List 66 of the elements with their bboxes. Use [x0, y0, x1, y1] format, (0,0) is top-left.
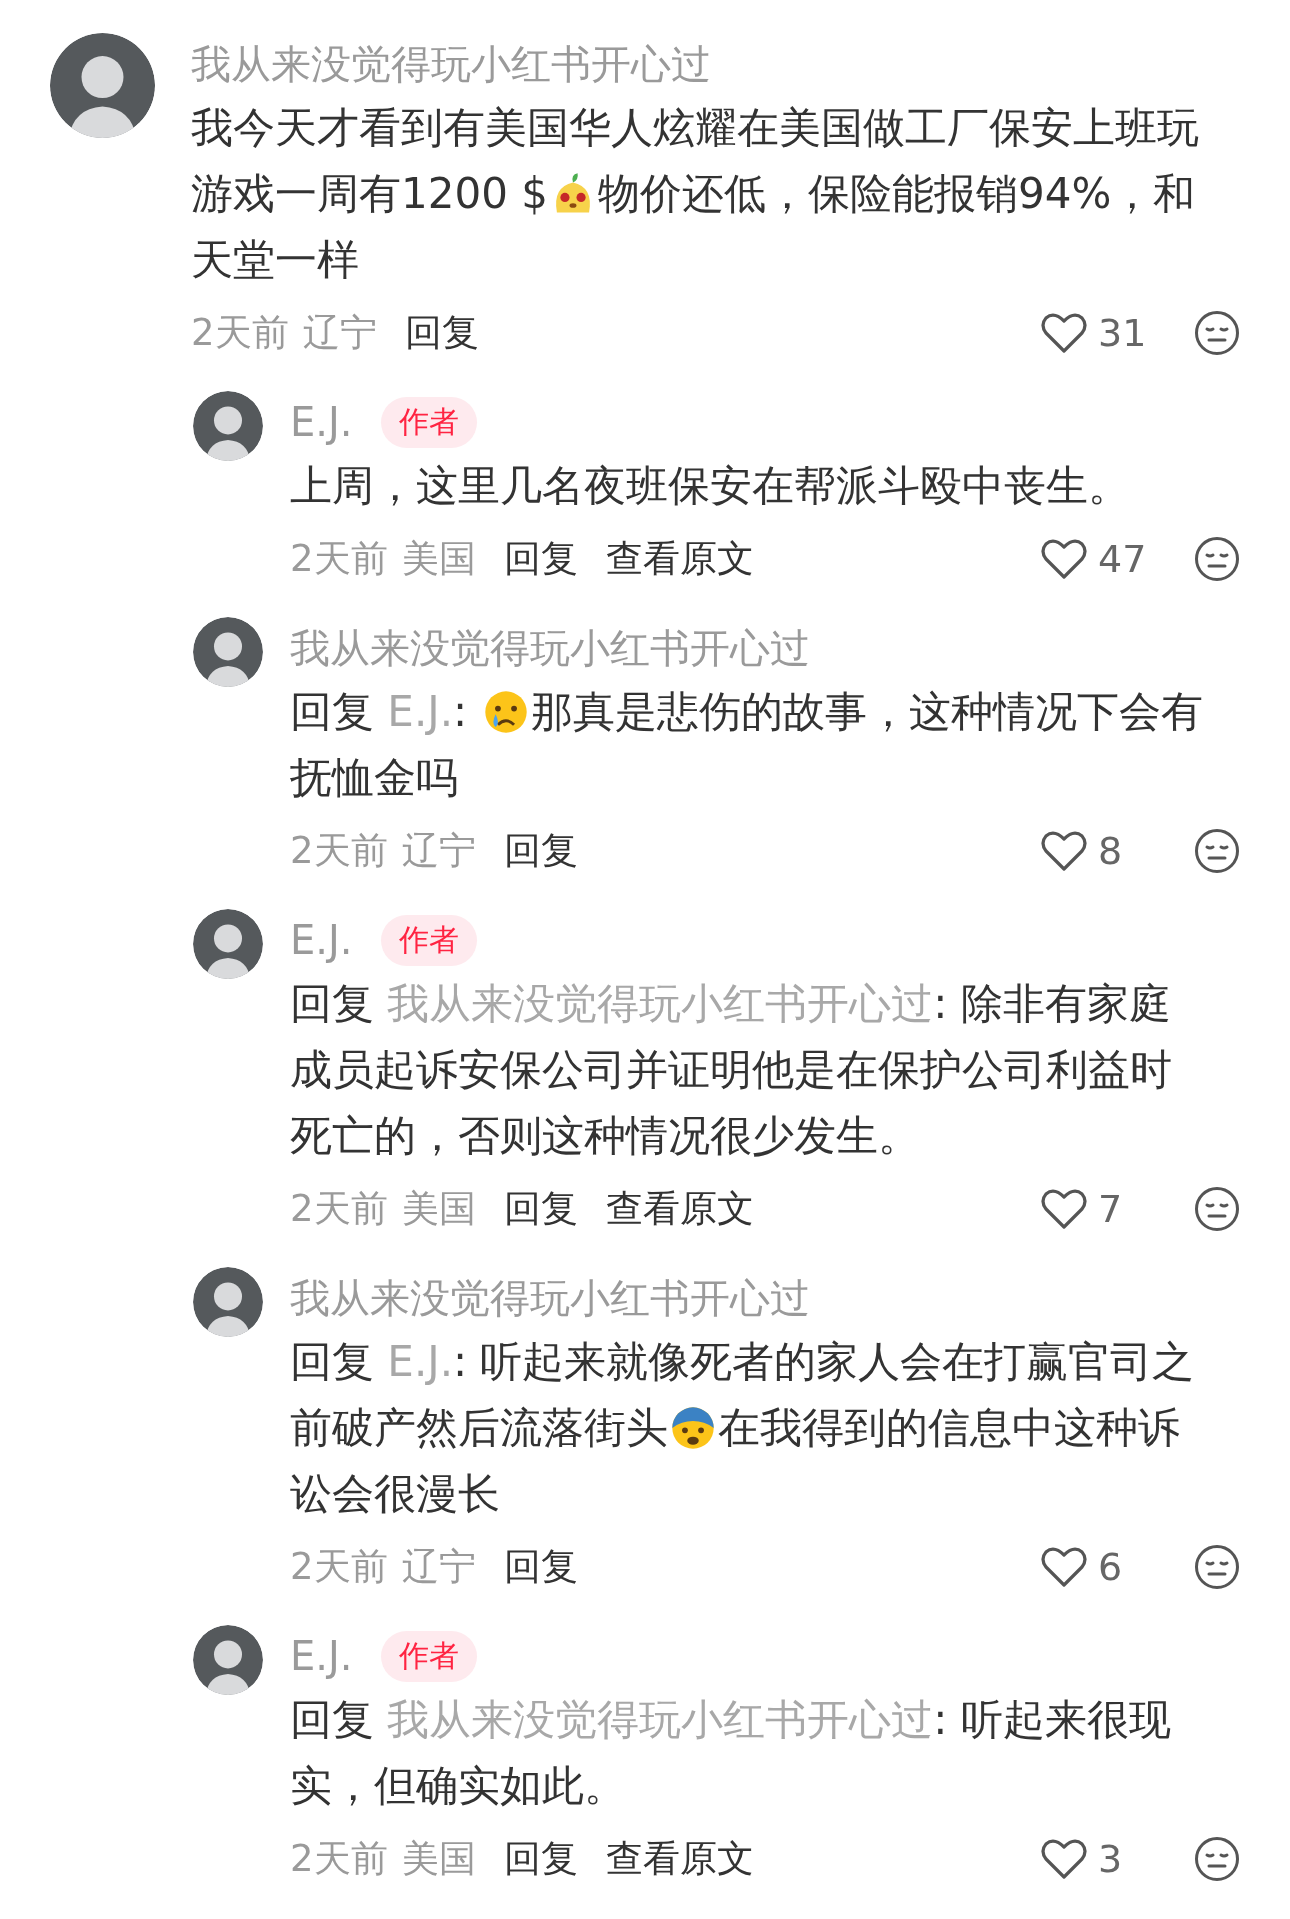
heart-icon[interactable] [1040, 311, 1088, 355]
mention-link[interactable]: E.J. [387, 687, 453, 736]
comment-text: 回复 我从来没觉得玩小红书开心过: 除非有家庭成员起诉安保公司并证明他是在保护公司利益时死亡的，否则这种情况很少发生。 [290, 978, 1173, 1162]
username[interactable]: 我从来没觉得玩小红书开心过 [290, 620, 810, 676]
comment-time: 2天前 [290, 536, 388, 582]
comment-time: 2天前 [290, 1544, 388, 1590]
comment-text: 上周，这里几名夜班保安在帮派斗殴中丧生。 [290, 460, 1131, 512]
heart-icon[interactable] [1040, 1187, 1088, 1231]
username[interactable]: E.J. [290, 917, 353, 963]
comment-region: 辽宁 [302, 310, 377, 356]
action-link[interactable]: 回复 [503, 1834, 578, 1884]
neutral-face-icon[interactable] [1194, 828, 1240, 874]
author-badge: 作者 [380, 396, 477, 448]
neutral-face-icon[interactable] [1194, 310, 1240, 356]
action-link[interactable]: 回复 [404, 308, 479, 358]
like-count: 8 [1098, 829, 1123, 873]
comment-time: 2天前 [290, 1186, 388, 1232]
action-link[interactable]: 查看原文 [605, 1184, 754, 1234]
comment-text: 回复 E.J.: 听起来就像死者的家人会在打赢官司之前破产然后流落街头 在我得到的信息中这种诉讼会很漫长 [290, 1336, 1196, 1520]
heart-icon[interactable] [1040, 537, 1088, 581]
username[interactable]: 我从来没觉得玩小红书开心过 [191, 36, 711, 92]
comment-time: 2天前 [290, 1836, 388, 1882]
avatar[interactable] [50, 33, 155, 138]
comment-text: 回复 E.J.: 那真是悲伤的故事，这种情况下会有抚恤金吗 [290, 686, 1204, 804]
like-count: 6 [1098, 1545, 1123, 1589]
author-badge: 作者 [380, 914, 477, 966]
comment-region: 辽宁 [401, 828, 476, 874]
mention-link[interactable]: 我从来没觉得玩小红书开心过 [387, 1695, 934, 1744]
username[interactable]: 我从来没觉得玩小红书开心过 [290, 1270, 810, 1326]
comment-time: 2天前 [191, 310, 289, 356]
fearful-face-icon [670, 1405, 716, 1451]
avatar[interactable] [193, 1625, 263, 1695]
comment-text: 我今天才看到有美国华人炫耀在美国做工厂保安上班玩游戏一周有1200 $ 物价还低，保险能报销94%，和天堂一样 [191, 102, 1200, 286]
action-link[interactable]: 回复 [503, 1542, 578, 1592]
avatar[interactable] [193, 617, 263, 687]
comment-region: 美国 [401, 1186, 476, 1232]
neutral-face-icon[interactable] [1194, 1186, 1240, 1232]
like-count: 7 [1098, 1187, 1123, 1231]
heart-icon[interactable] [1040, 1545, 1088, 1589]
avatar[interactable] [193, 909, 263, 979]
avatar[interactable] [193, 1267, 263, 1337]
action-link[interactable]: 回复 [503, 534, 578, 584]
like-count: 47 [1098, 537, 1147, 581]
author-badge: 作者 [380, 1630, 477, 1682]
username[interactable]: E.J. [290, 1633, 353, 1679]
like-count: 31 [1098, 311, 1147, 355]
comment-text: 回复 我从来没觉得玩小红书开心过: 听起来很现实，但确实如此。 [290, 1694, 1172, 1812]
neutral-face-icon[interactable] [1194, 1544, 1240, 1590]
mention-link[interactable]: E.J. [387, 1337, 453, 1386]
action-link[interactable]: 回复 [503, 1184, 578, 1234]
comment-region: 辽宁 [401, 1544, 476, 1590]
comment-region: 美国 [401, 536, 476, 582]
username[interactable]: E.J. [290, 399, 353, 445]
comment-time: 2天前 [290, 828, 388, 874]
mention-link[interactable]: 我从来没觉得玩小红书开心过 [387, 979, 934, 1028]
like-count: 3 [1098, 1837, 1123, 1881]
crying-face-icon [482, 689, 529, 735]
avatar[interactable] [193, 391, 263, 461]
action-link[interactable]: 回复 [503, 826, 578, 876]
comment-region: 美国 [401, 1836, 476, 1882]
action-link[interactable]: 查看原文 [605, 1834, 754, 1884]
heart-icon[interactable] [1040, 1837, 1088, 1881]
neutral-face-icon[interactable] [1194, 536, 1240, 582]
neutral-face-icon[interactable] [1194, 1836, 1240, 1882]
heart-icon[interactable] [1040, 829, 1088, 873]
action-link[interactable]: 查看原文 [605, 534, 754, 584]
